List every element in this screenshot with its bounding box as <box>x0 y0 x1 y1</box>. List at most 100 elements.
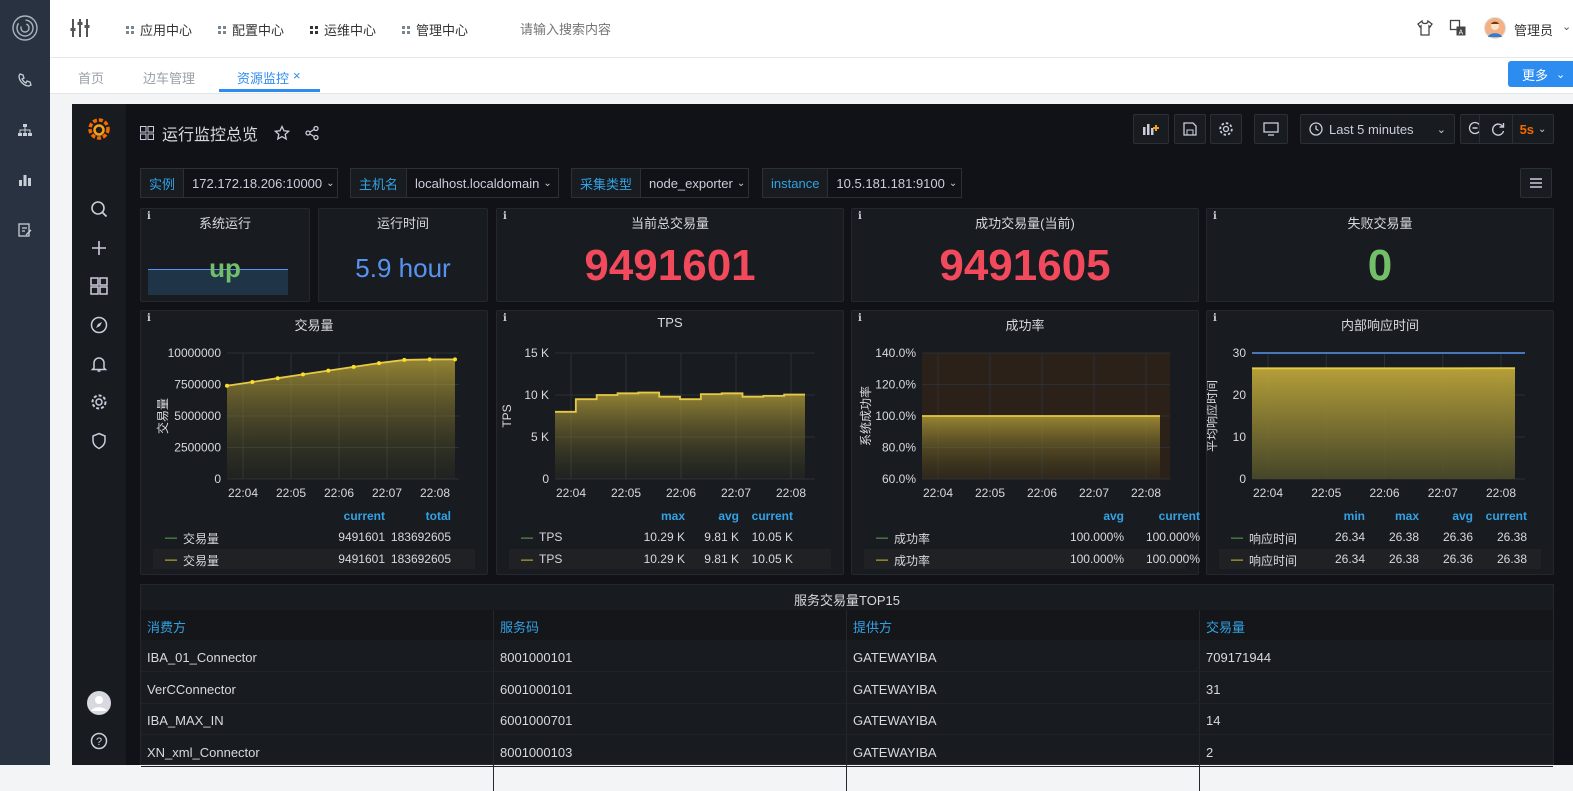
data-point <box>428 357 432 361</box>
page-title: 运行监控总览 <box>162 121 258 145</box>
grafana-logo-icon[interactable] <box>86 116 112 142</box>
chevron-down-icon: ⌄ <box>737 178 745 189</box>
x-tick-label: 22:04 <box>923 486 953 500</box>
x-tick-label: 22:08 <box>1131 486 1161 500</box>
x-tick-label: 22:07 <box>721 486 751 500</box>
close-tab-icon[interactable]: × <box>293 68 301 83</box>
legend-header[interactable]: current <box>1207 509 1527 523</box>
dashboards-icon[interactable] <box>86 273 112 299</box>
user-name[interactable]: 管理员 <box>1514 20 1553 39</box>
add-panel-button[interactable] <box>1133 114 1169 144</box>
time-range-label: Last 5 minutes <box>1329 122 1414 137</box>
y-tick-label: 100.0% <box>875 409 916 423</box>
stat-panel-system-status: i 系统运行 up <box>140 208 310 302</box>
stat-panel-total-transactions: i 当前总交易量 9491601 <box>496 208 844 302</box>
variable-label: 采集类型 <box>571 168 641 198</box>
tab-sidecar[interactable]: 边车管理 <box>143 68 195 87</box>
stat-panel-success-transactions: i 成功交易量(当前) 9491605 <box>851 208 1199 302</box>
table-row[interactable]: IBA_01_Connector8001000101GATEWAYIBA7091… <box>141 641 1553 672</box>
x-tick-label: 22:05 <box>276 486 306 500</box>
nav-app-center[interactable]: 应用中心 <box>126 20 192 39</box>
panel-title: TPS <box>497 315 843 330</box>
panel-title: 系统运行 <box>141 213 309 232</box>
y-tick-label: 60.0% <box>882 472 916 486</box>
page-tabs: 首页 边车管理 资源监控 × 更多 ⌄ <box>50 58 1573 94</box>
y-axis-label: 系统成功率 <box>858 386 873 446</box>
refresh-interval: 5s <box>1520 122 1534 137</box>
y-axis-label: TPS <box>500 404 514 427</box>
edit-doc-icon[interactable] <box>11 216 39 244</box>
stat-panel-failed-transactions: i 失败交易量 0 <box>1206 208 1554 302</box>
x-tick-label: 22:05 <box>611 486 641 500</box>
variable-select[interactable]: 10.5.181.181:9100⌄ <box>828 168 962 198</box>
y-tick-label: 5000000 <box>174 409 221 423</box>
active-tab-indicator <box>219 89 320 92</box>
nav-label: 应用中心 <box>140 20 192 39</box>
legend-header[interactable]: total <box>141 509 451 523</box>
legend-header[interactable]: current <box>497 509 793 523</box>
table-cell: 8001000101 <box>500 650 572 665</box>
stat-value: 9491601 <box>497 241 843 291</box>
y-axis-label: 平均响应时间 <box>1207 380 1219 452</box>
stat-value: 0 <box>1207 241 1553 291</box>
chevron-down-icon[interactable]: ⌄ <box>1562 20 1571 33</box>
phone-icon[interactable] <box>11 66 39 94</box>
bar-chart-icon[interactable] <box>11 166 39 194</box>
variable-select[interactable]: node_exporter ⌄ <box>641 168 749 198</box>
table-row[interactable]: IBA_MAX_IN6001000701GATEWAYIBA14 <box>141 704 1553 735</box>
bell-icon[interactable] <box>86 351 112 377</box>
column-header[interactable]: 交易量 <box>1206 617 1245 636</box>
series-area <box>555 393 805 479</box>
legend-value: 26.38 <box>1207 530 1527 544</box>
translate-icon[interactable]: A <box>1449 19 1467 40</box>
tab-home[interactable]: 首页 <box>78 68 104 87</box>
graph-panel-response-time: i 内部响应时间 302010022:0422:0522:0622:0722:0… <box>1206 310 1554 575</box>
search-icon[interactable] <box>86 196 112 222</box>
nav-ops-center[interactable]: 运维中心 <box>310 20 376 39</box>
chevron-down-icon: ⌄ <box>1556 68 1565 81</box>
search-input[interactable] <box>520 18 740 40</box>
avatar[interactable] <box>1484 17 1506 39</box>
table-cell: 709171944 <box>1206 650 1271 665</box>
column-header[interactable]: 服务码 <box>500 617 539 636</box>
help-icon[interactable]: ? <box>86 728 112 754</box>
menu-icon[interactable] <box>1520 168 1552 198</box>
variable-value: node_exporter <box>649 176 733 191</box>
gear-icon[interactable] <box>86 389 112 415</box>
variable-select[interactable]: 172.172.18.206:10000⌄ <box>184 168 338 198</box>
plus-icon[interactable] <box>86 235 112 261</box>
nav-admin-center[interactable]: 管理中心 <box>402 20 468 39</box>
legend-header[interactable]: current <box>852 509 1200 523</box>
more-label: 更多 <box>1522 65 1548 84</box>
refresh-button[interactable] <box>1479 114 1516 144</box>
more-button[interactable]: 更多 ⌄ <box>1508 61 1573 87</box>
nav-config-center[interactable]: 配置中心 <box>218 20 284 39</box>
column-header[interactable]: 提供方 <box>853 617 892 636</box>
table-row[interactable]: VerCConnector6001000101GATEWAYIBA31 <box>141 673 1553 704</box>
save-dashboard-button[interactable] <box>1174 114 1206 144</box>
y-tick-label: 10000000 <box>168 346 222 360</box>
table-cell: XN_xml_Connector <box>147 745 260 760</box>
user-avatar-icon[interactable] <box>86 690 112 716</box>
x-tick-label: 22:04 <box>556 486 586 500</box>
variable-select[interactable]: localhost.localdomain⌄ <box>407 168 559 198</box>
shirt-icon[interactable] <box>1416 19 1434 40</box>
refresh-interval-picker[interactable]: 5s⌄ <box>1512 114 1554 144</box>
series-area <box>1252 368 1515 479</box>
time-range-picker[interactable]: Last 5 minutes ⌄ <box>1300 114 1455 144</box>
table-row[interactable]: XN_xml_Connector8001000103GATEWAYIBA2 <box>141 736 1553 767</box>
sliders-icon[interactable] <box>68 16 92 43</box>
org-tree-icon[interactable] <box>11 116 39 144</box>
star-icon[interactable] <box>274 125 290 141</box>
settings-button[interactable] <box>1210 114 1242 144</box>
chart-success-rate: 140.0%120.0%100.0%80.0%60.0%22:0422:0522… <box>852 337 1200 537</box>
column-header[interactable]: 消费方 <box>147 617 186 636</box>
x-tick-label: 22:04 <box>1253 486 1283 500</box>
compass-icon[interactable] <box>86 312 112 338</box>
tab-resource-monitor[interactable]: 资源监控 <box>237 68 289 87</box>
series-area <box>922 416 1160 479</box>
tv-mode-button[interactable] <box>1254 114 1288 144</box>
y-tick-label: 2500000 <box>174 441 221 455</box>
shield-icon[interactable] <box>86 428 112 454</box>
share-icon[interactable] <box>304 125 320 141</box>
